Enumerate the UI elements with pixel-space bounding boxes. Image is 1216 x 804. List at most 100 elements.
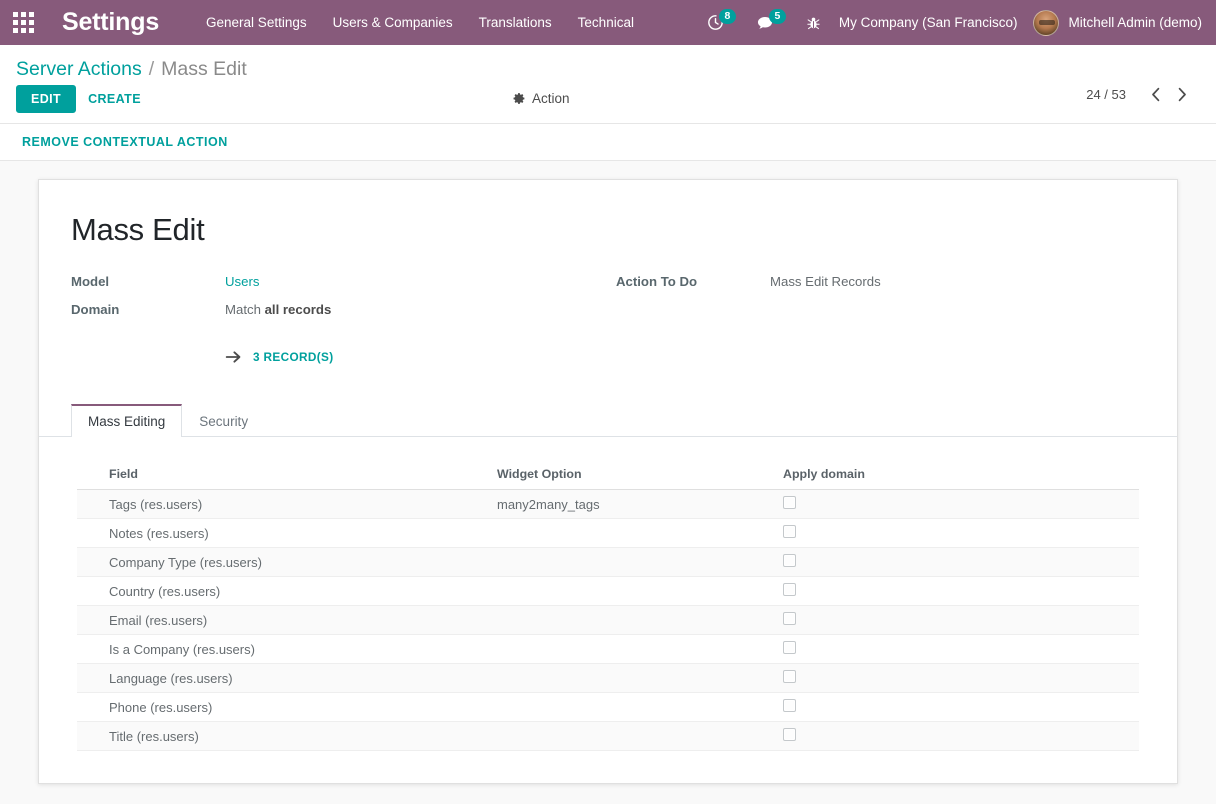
column-header-apply-domain[interactable]: Apply domain — [775, 461, 1139, 490]
control-panel: Server Actions / Mass Edit EDIT CREATE A… — [0, 45, 1216, 124]
menu-item-general-settings[interactable]: General Settings — [193, 0, 320, 45]
breadcrumb: Server Actions / Mass Edit — [0, 45, 1216, 85]
edit-button[interactable]: EDIT — [16, 85, 76, 113]
contextual-action-bar: REMOVE CONTEXTUAL ACTION — [0, 124, 1216, 161]
cell-apply-domain — [775, 664, 1139, 693]
debug-menu[interactable] — [796, 0, 831, 45]
apps-grid-glyph — [13, 12, 34, 33]
apply-domain-checkbox[interactable] — [783, 728, 796, 741]
cell-apply-domain — [775, 606, 1139, 635]
apply-domain-checkbox[interactable] — [783, 612, 796, 625]
table-body: Tags (res.users) many2many_tags Notes (r… — [77, 490, 1139, 751]
mass-editing-table: Field Widget Option Apply domain Tags (r… — [77, 461, 1139, 751]
table-row[interactable]: Title (res.users) — [77, 722, 1139, 751]
form-group-left: Model Users Domain Match all records — [71, 274, 616, 330]
records-count-button[interactable]: 3 RECORD(S) — [253, 350, 334, 364]
field-label-domain: Domain — [71, 302, 225, 317]
pager: 24 / 53 — [1086, 85, 1196, 104]
app-brand-title: Settings — [62, 8, 159, 37]
notebook: Mass Editing Security Field Widget Optio… — [71, 404, 1145, 751]
records-smart-button-row: 3 RECORD(S) — [71, 350, 1145, 364]
apply-domain-checkbox[interactable] — [783, 641, 796, 654]
cell-widget-option: many2many_tags — [489, 490, 775, 519]
table-row[interactable]: Is a Company (res.users) — [77, 635, 1139, 664]
table-row[interactable]: Country (res.users) — [77, 577, 1139, 606]
cell-widget-option — [489, 606, 775, 635]
apply-domain-checkbox[interactable] — [783, 583, 796, 596]
field-row-domain: Domain Match all records — [71, 302, 616, 322]
breadcrumb-parent[interactable]: Server Actions — [16, 58, 142, 81]
form-group-right: Action To Do Mass Edit Records — [616, 274, 1145, 330]
table-row[interactable]: Phone (res.users) — [77, 693, 1139, 722]
field-value-action-to-do: Mass Edit Records — [770, 274, 881, 289]
cell-field: Notes (res.users) — [77, 519, 489, 548]
apps-grid-icon[interactable] — [0, 0, 46, 45]
cell-apply-domain — [775, 693, 1139, 722]
field-label-model: Model — [71, 274, 225, 289]
notebook-page-mass-editing: Field Widget Option Apply domain Tags (r… — [71, 437, 1145, 751]
action-dropdown[interactable]: Action — [507, 87, 576, 110]
cell-widget-option — [489, 722, 775, 751]
cell-widget-option — [489, 664, 775, 693]
table-row[interactable]: Company Type (res.users) — [77, 548, 1139, 577]
messages-counter: 5 — [769, 9, 786, 24]
cell-widget-option — [489, 519, 775, 548]
pager-next-button[interactable] — [1169, 85, 1196, 104]
menu-item-translations[interactable]: Translations — [466, 0, 565, 45]
remove-contextual-action-button[interactable]: REMOVE CONTEXTUAL ACTION — [20, 133, 230, 151]
column-header-widget-option[interactable]: Widget Option — [489, 461, 775, 490]
apply-domain-checkbox[interactable] — [783, 525, 796, 538]
messaging-menu[interactable]: 5 — [746, 0, 796, 45]
page-title: Mass Edit — [71, 212, 1145, 248]
cell-widget-option — [489, 693, 775, 722]
cell-field: Country (res.users) — [77, 577, 489, 606]
field-row-model: Model Users — [71, 274, 616, 294]
user-menu-label: Mitchell Admin (demo) — [1068, 15, 1202, 30]
cell-apply-domain — [775, 490, 1139, 519]
table-row[interactable]: Email (res.users) — [77, 606, 1139, 635]
action-dropdown-label: Action — [532, 91, 570, 106]
notebook-tabs: Mass Editing Security — [39, 404, 1177, 437]
field-value-model[interactable]: Users — [225, 274, 259, 289]
menu-item-technical[interactable]: Technical — [565, 0, 647, 45]
cell-apply-domain — [775, 519, 1139, 548]
table-head: Field Widget Option Apply domain — [77, 461, 1139, 490]
avatar — [1033, 10, 1059, 36]
user-menu[interactable]: Mitchell Admin (demo) — [1029, 10, 1202, 36]
bug-icon — [806, 15, 821, 31]
cell-field: Language (res.users) — [77, 664, 489, 693]
table-row[interactable]: Language (res.users) — [77, 664, 1139, 693]
tab-mass-editing[interactable]: Mass Editing — [71, 404, 182, 437]
arrow-right-icon — [225, 350, 242, 364]
column-header-field[interactable]: Field — [77, 461, 489, 490]
domain-match-prefix: Match — [225, 302, 265, 317]
create-button[interactable]: CREATE — [76, 86, 153, 112]
field-value-domain: Match all records — [225, 302, 331, 317]
field-label-action-to-do: Action To Do — [616, 274, 770, 289]
cell-apply-domain — [775, 577, 1139, 606]
cell-apply-domain — [775, 548, 1139, 577]
domain-match-value: all records — [265, 302, 332, 317]
apply-domain-checkbox[interactable] — [783, 670, 796, 683]
apply-domain-checkbox[interactable] — [783, 699, 796, 712]
pager-value[interactable]: 24 / 53 — [1086, 87, 1126, 102]
breadcrumb-separator: / — [149, 58, 154, 81]
table-row[interactable]: Tags (res.users) many2many_tags — [77, 490, 1139, 519]
menu-item-users-companies[interactable]: Users & Companies — [320, 0, 466, 45]
cell-widget-option — [489, 548, 775, 577]
chevron-right-icon — [1177, 87, 1188, 102]
tab-security[interactable]: Security — [182, 404, 265, 437]
apply-domain-checkbox[interactable] — [783, 496, 796, 509]
top-navbar: Settings General Settings Users & Compan… — [0, 0, 1216, 45]
form-fields-grid: Model Users Domain Match all records Act… — [71, 274, 1145, 330]
cell-field: Email (res.users) — [77, 606, 489, 635]
pager-previous-button[interactable] — [1142, 85, 1169, 104]
apply-domain-checkbox[interactable] — [783, 554, 796, 567]
company-switcher[interactable]: My Company (San Francisco) — [831, 15, 1030, 30]
form-sheet: Mass Edit Model Users Domain Match all r… — [38, 179, 1178, 784]
table-row[interactable]: Notes (res.users) — [77, 519, 1139, 548]
cell-apply-domain — [775, 635, 1139, 664]
main-menu: General Settings Users & Companies Trans… — [193, 0, 647, 45]
cell-widget-option — [489, 577, 775, 606]
activity-menu[interactable]: 8 — [697, 0, 746, 45]
